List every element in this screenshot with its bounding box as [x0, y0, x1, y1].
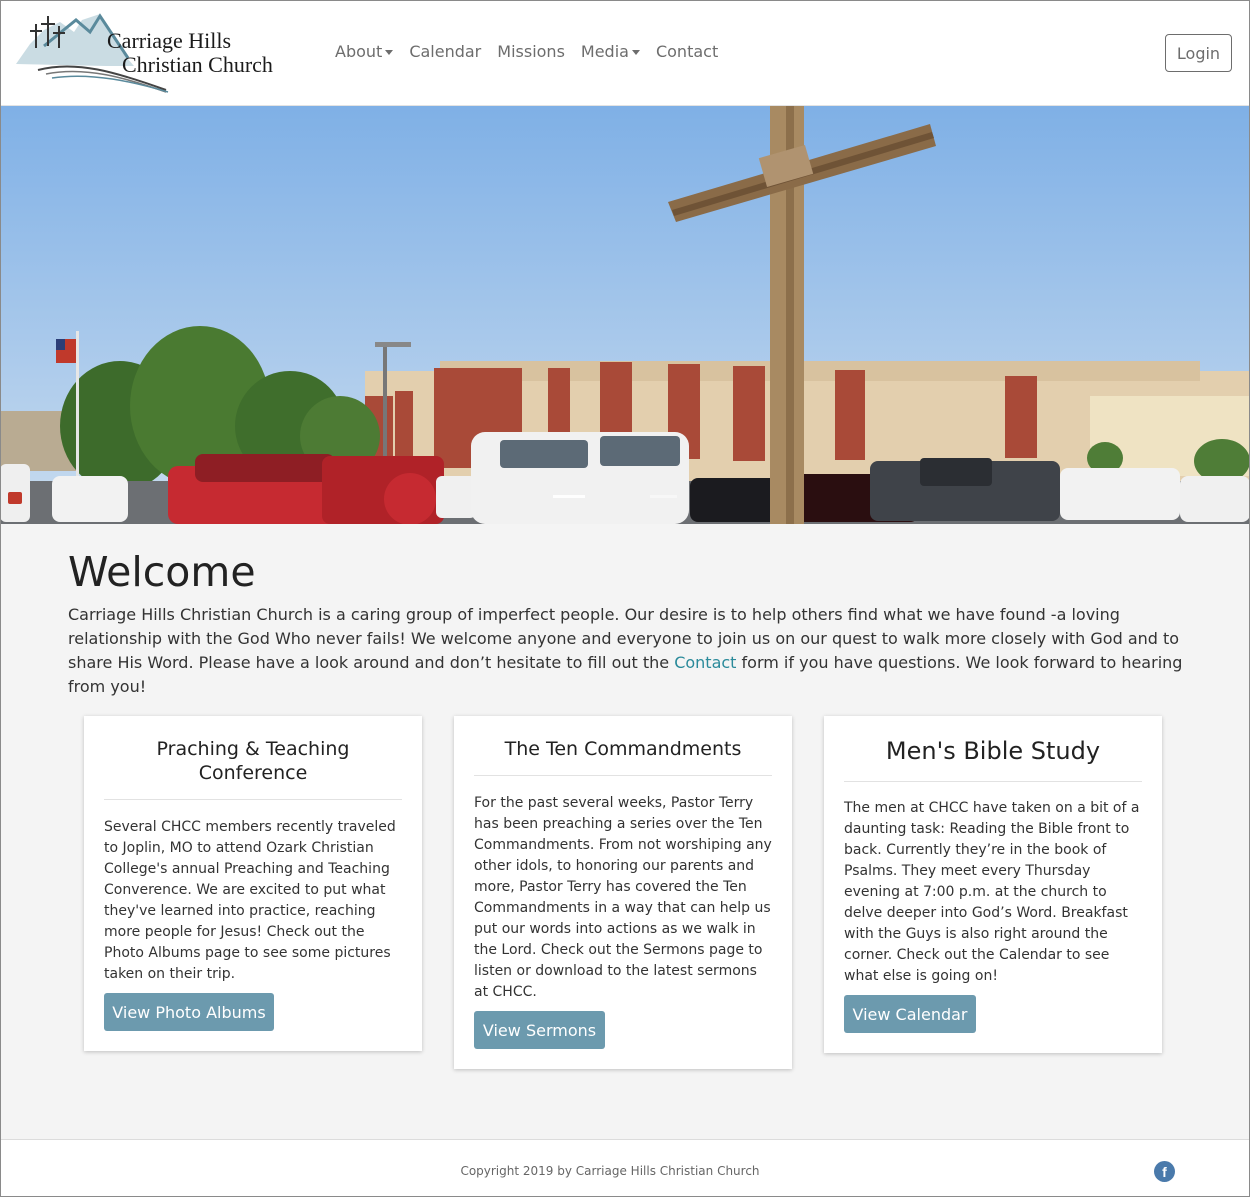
nav-missions-label: Missions [497, 42, 565, 61]
nav-calendar[interactable]: Calendar [409, 42, 481, 61]
card-conference: Praching & Teaching Conference Several C… [84, 716, 422, 1051]
hero-church-photo [0, 106, 1250, 524]
logo-text-line1: Carriage Hills [107, 28, 232, 53]
facebook-icon[interactable]: f [1154, 1161, 1175, 1182]
nav-calendar-label: Calendar [409, 42, 482, 61]
welcome-paragraph: Carriage Hills Christian Church is a car… [68, 603, 1188, 699]
chevron-down-icon [385, 50, 394, 55]
card-body: The men at CHCC have taken on a bit of a… [844, 800, 1140, 984]
view-calendar-button[interactable]: View Calendar [844, 995, 976, 1033]
nav-about-label: About [335, 42, 383, 61]
nav-contact-label: Contact [655, 42, 719, 61]
chevron-down-icon [631, 50, 640, 55]
nav-media-label: Media [580, 42, 629, 61]
card-divider [844, 781, 1142, 782]
nav-contact[interactable]: Contact [656, 42, 718, 61]
main-nav: About Calendar Missions Media Contact [335, 42, 734, 61]
nav-media[interactable]: Media [581, 42, 640, 61]
hero-carousel[interactable] [0, 106, 1250, 524]
navbar: Carriage Hills Christian Church About Ca… [0, 0, 1250, 106]
copyright-text: Copyright 2019 by Carriage Hills Christi… [460, 1164, 760, 1178]
login-button[interactable]: Login [1165, 34, 1232, 72]
card-ten-commandments: The Ten Commandments For the past severa… [454, 716, 792, 1069]
card-divider [104, 799, 402, 800]
logo-text-line2: Christian Church [122, 52, 273, 77]
view-photo-albums-button[interactable]: View Photo Albums [104, 993, 274, 1031]
welcome-heading: Welcome [68, 548, 256, 596]
card-title: Praching & Teaching Conference [156, 738, 350, 784]
card-title: The Ten Commandments [504, 738, 742, 760]
card-divider [474, 775, 772, 776]
carousel-indicator-1[interactable] [553, 495, 585, 498]
carousel-indicator-2[interactable] [650, 495, 677, 498]
nav-about[interactable]: About [335, 42, 394, 61]
footer: Copyright 2019 by Carriage Hills Christi… [0, 1139, 1250, 1197]
card-body: Several CHCC members recently traveled t… [104, 819, 396, 982]
card-body: For the past several weeks, Pastor Terry… [474, 795, 772, 1000]
card-title: Men's Bible Study [885, 737, 1101, 765]
church-logo[interactable]: Carriage Hills Christian Church [16, 12, 286, 96]
nav-missions[interactable]: Missions [497, 42, 565, 61]
card-mens-bible-study: Men's Bible Study The men at CHCC have t… [824, 716, 1162, 1053]
view-sermons-button[interactable]: View Sermons [474, 1011, 605, 1049]
contact-link[interactable]: Contact [674, 653, 736, 672]
